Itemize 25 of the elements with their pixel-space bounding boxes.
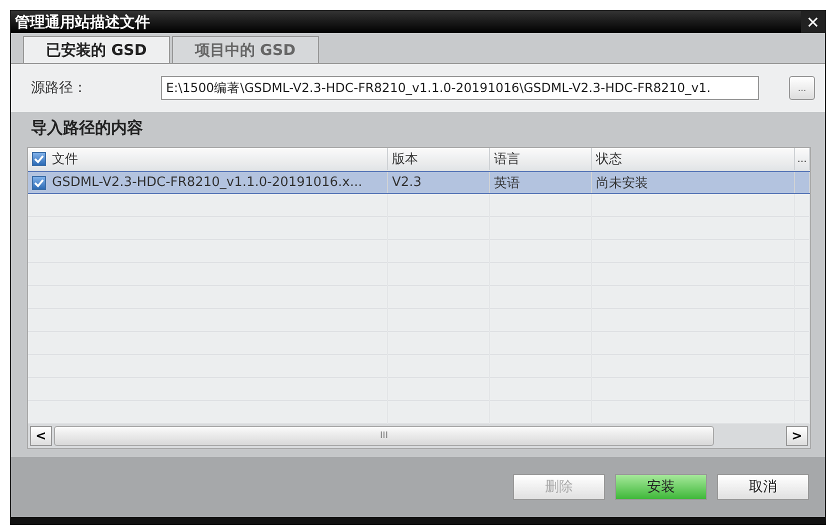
checkbox[interactable]: [32, 176, 46, 190]
scroll-right-button[interactable]: >: [786, 426, 808, 446]
checkbox[interactable]: [32, 152, 46, 166]
dialog-button[interactable]: 安装: [615, 474, 707, 500]
table-row[interactable]: GSDML-V2.3-HDC-FR8210_v1.1.0-20191016.x... V2.3 英语 尚未安装: [28, 171, 810, 194]
window-title: 管理通用站描述文件: [14, 12, 150, 32]
path-field[interactable]: E:\1500编著\GSDML-V2.3-HDC-FR8210_v1.1.0-20191016\GSDML-V2.3-HDC-FR8210_v1.: [161, 76, 759, 100]
table-cell: V2.3: [392, 175, 422, 190]
scroll-left-button[interactable]: <: [30, 426, 52, 446]
tab[interactable]: 项目中的 GSD: [172, 36, 319, 63]
column-header[interactable]: 版本: [392, 150, 418, 168]
tab[interactable]: 已安装的 GSD: [23, 36, 170, 63]
dialog-button[interactable]: 取消: [717, 474, 809, 500]
path-label: 源路径：: [31, 79, 88, 97]
scroll-thumb[interactable]: III: [54, 426, 714, 446]
table-cell-text: 尚未安装: [596, 174, 648, 192]
column-header[interactable]: 语言: [494, 150, 520, 168]
more-columns-button[interactable]: ...: [797, 154, 807, 164]
column-header[interactable]: 状态: [596, 150, 622, 168]
close-button[interactable]: ✕: [801, 11, 825, 33]
table-cell: GSDML-V2.3-HDC-FR8210_v1.1.0-20191016.x...: [52, 175, 362, 190]
section-title: 导入路径的内容: [31, 118, 144, 139]
table-cell-text: 英语: [494, 174, 520, 192]
column-header[interactable]: 文件: [52, 150, 78, 168]
browse-button[interactable]: ...: [789, 76, 815, 100]
